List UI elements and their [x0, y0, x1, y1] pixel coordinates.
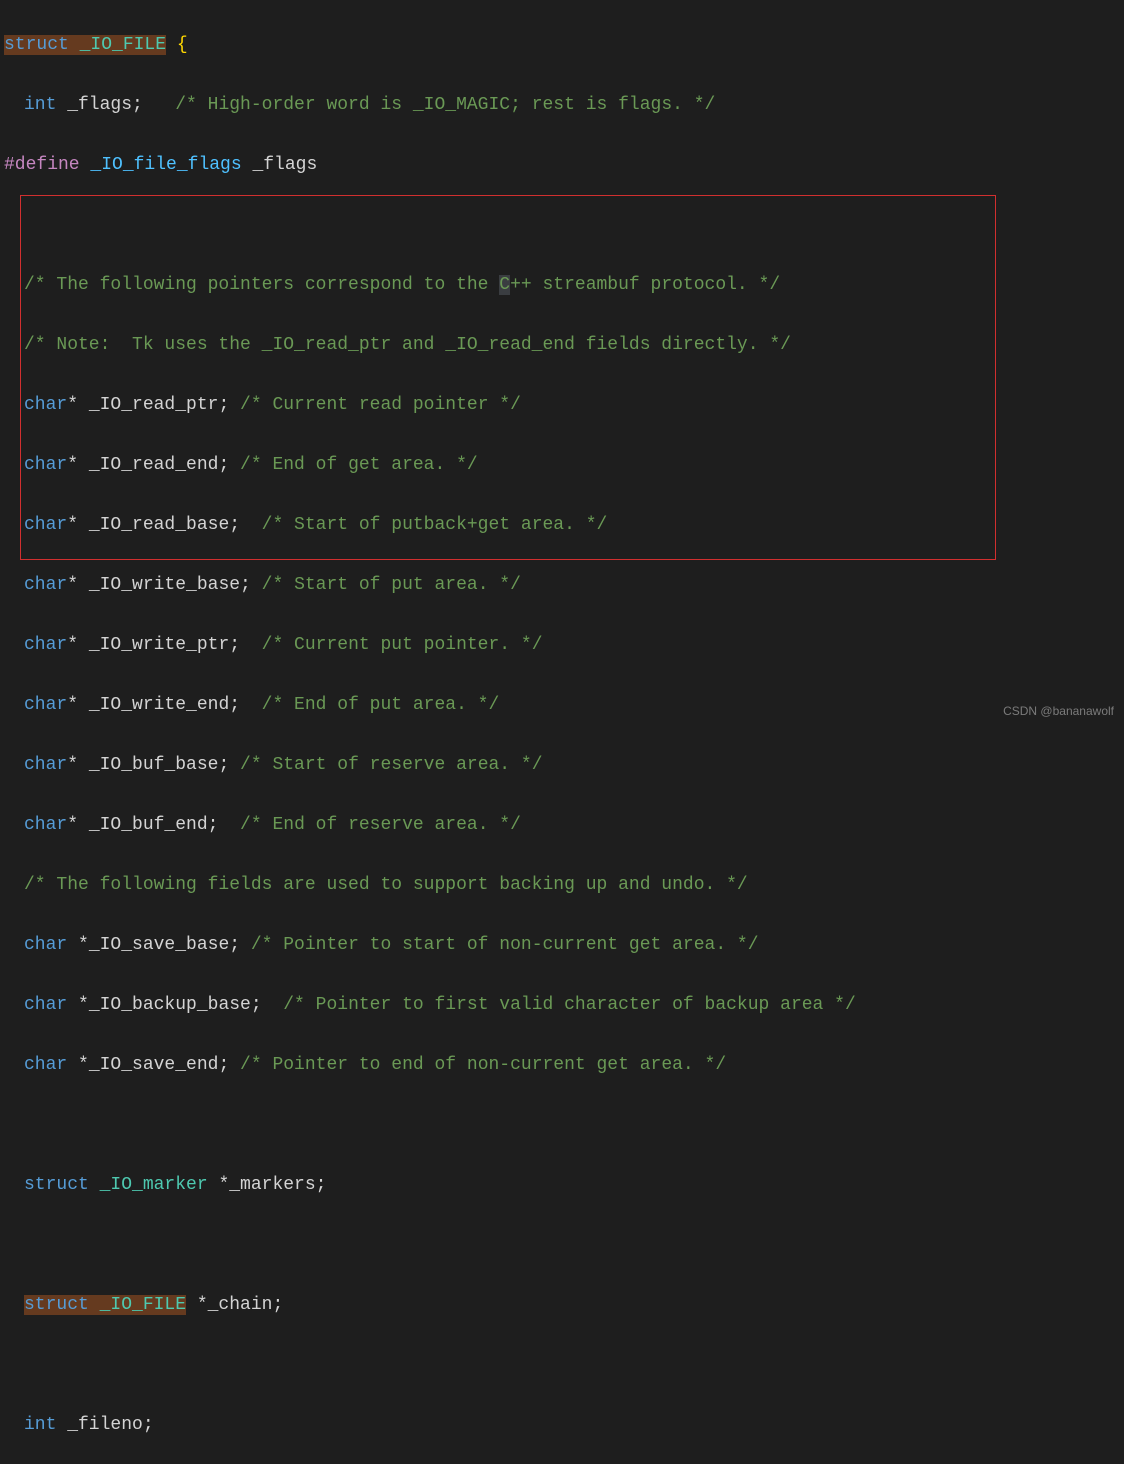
code-line[interactable]: /* The following fields are used to supp… — [0, 870, 1124, 900]
comment: /* Current put pointer. */ — [240, 635, 542, 655]
comment: /* Start of reserve area. */ — [229, 755, 542, 775]
cursor: C — [499, 275, 510, 295]
field: *_IO_save_end; — [67, 1055, 229, 1075]
code-line[interactable]: char* _IO_write_ptr; /* Current put poin… — [0, 630, 1124, 660]
code-line[interactable] — [0, 1230, 1124, 1260]
comment-text: ++ streambuf protocol. */ — [510, 275, 780, 295]
comment: /* Pointer to start of non-current get a… — [240, 935, 758, 955]
field: * _IO_write_ptr; — [67, 635, 240, 655]
keyword: int — [24, 1415, 56, 1435]
preprocessor: #define — [4, 155, 90, 175]
keyword: int — [24, 95, 56, 115]
comment: /* Start of put area. */ — [251, 575, 521, 595]
code-line[interactable] — [0, 1350, 1124, 1380]
watermark: CSDN @bananawolf — [1003, 696, 1114, 726]
field: * _IO_read_base; — [67, 515, 240, 535]
code-editor[interactable]: struct _IO_FILE { int _flags; /* High-or… — [0, 0, 1124, 1464]
code-line[interactable]: #define _IO_file_flags _flags — [0, 150, 1124, 180]
keyword: struct — [24, 1295, 89, 1315]
code-line[interactable]: char* _IO_read_base; /* Start of putback… — [0, 510, 1124, 540]
keyword: char — [24, 1055, 67, 1075]
field: * _IO_write_end; — [67, 695, 240, 715]
code-line[interactable]: /* Note: Tk uses the _IO_read_ptr and _I… — [0, 330, 1124, 360]
type-name: _IO_FILE — [89, 1295, 186, 1315]
field: * _IO_write_base; — [67, 575, 251, 595]
keyword: struct — [24, 1175, 89, 1195]
ident: _flags — [242, 155, 318, 175]
comment: /* End of get area. */ — [229, 455, 477, 475]
macro-name: _IO_file_flags — [90, 155, 241, 175]
keyword: char — [24, 515, 67, 535]
code-line[interactable]: char* _IO_write_base; /* Start of put ar… — [0, 570, 1124, 600]
code-line[interactable]: /* The following pointers correspond to … — [0, 270, 1124, 300]
field: *_IO_save_base; — [67, 935, 240, 955]
field: * _IO_read_ptr; — [67, 395, 229, 415]
keyword: char — [24, 635, 67, 655]
comment: /* High-order word is _IO_MAGIC; rest is… — [143, 95, 716, 115]
field: *_markers; — [208, 1175, 327, 1195]
keyword: char — [24, 815, 67, 835]
comment: /* Current read pointer */ — [229, 395, 521, 415]
code-line[interactable]: char* _IO_buf_end; /* End of reserve are… — [0, 810, 1124, 840]
keyword: struct — [4, 35, 69, 55]
code-line[interactable]: struct _IO_FILE *_chain; — [0, 1290, 1124, 1320]
code-line[interactable]: struct _IO_marker *_markers; — [0, 1170, 1124, 1200]
field: *_IO_backup_base; — [67, 995, 261, 1015]
field: _flags; — [56, 95, 142, 115]
code-line[interactable]: struct _IO_FILE { — [0, 30, 1124, 60]
field: * _IO_read_end; — [67, 455, 229, 475]
comment: /* End of put area. */ — [240, 695, 499, 715]
field: * _IO_buf_base; — [67, 755, 229, 775]
comment: /* Pointer to first valid character of b… — [262, 995, 856, 1015]
keyword: char — [24, 995, 67, 1015]
comment: /* The following pointers correspond to … — [24, 275, 780, 295]
code-line[interactable]: int _flags; /* High-order word is _IO_MA… — [0, 90, 1124, 120]
code-line[interactable]: char *_IO_backup_base; /* Pointer to fir… — [0, 990, 1124, 1020]
code-line[interactable]: char* _IO_buf_base; /* Start of reserve … — [0, 750, 1124, 780]
code-line[interactable]: char* _IO_read_ptr; /* Current read poin… — [0, 390, 1124, 420]
code-line[interactable]: char* _IO_write_end; /* End of put area.… — [0, 690, 1124, 720]
comment: /* End of reserve area. */ — [218, 815, 520, 835]
field: _fileno; — [56, 1415, 153, 1435]
keyword: char — [24, 695, 67, 715]
type-name: _IO_marker — [89, 1175, 208, 1195]
field: * _IO_buf_end; — [67, 815, 218, 835]
keyword: char — [24, 575, 67, 595]
keyword: char — [24, 755, 67, 775]
keyword: char — [24, 935, 67, 955]
comment: /* Note: Tk uses the _IO_read_ptr and _I… — [24, 335, 791, 355]
code-line[interactable]: char *_IO_save_base; /* Pointer to start… — [0, 930, 1124, 960]
keyword: char — [24, 455, 67, 475]
comment: /* Start of putback+get area. */ — [240, 515, 607, 535]
comment: /* Pointer to end of non-current get are… — [229, 1055, 726, 1075]
comment: /* The following fields are used to supp… — [24, 875, 748, 895]
keyword: char — [24, 395, 67, 415]
brace: { — [166, 35, 188, 55]
code-line[interactable]: char* _IO_read_end; /* End of get area. … — [0, 450, 1124, 480]
comment-text: /* The following pointers correspond to … — [24, 275, 499, 295]
type-name: _IO_FILE — [80, 35, 166, 55]
code-line[interactable]: int _fileno; — [0, 1410, 1124, 1440]
field: *_chain; — [186, 1295, 283, 1315]
code-line[interactable] — [0, 1110, 1124, 1140]
code-line[interactable]: char *_IO_save_end; /* Pointer to end of… — [0, 1050, 1124, 1080]
code-line[interactable] — [0, 210, 1124, 240]
